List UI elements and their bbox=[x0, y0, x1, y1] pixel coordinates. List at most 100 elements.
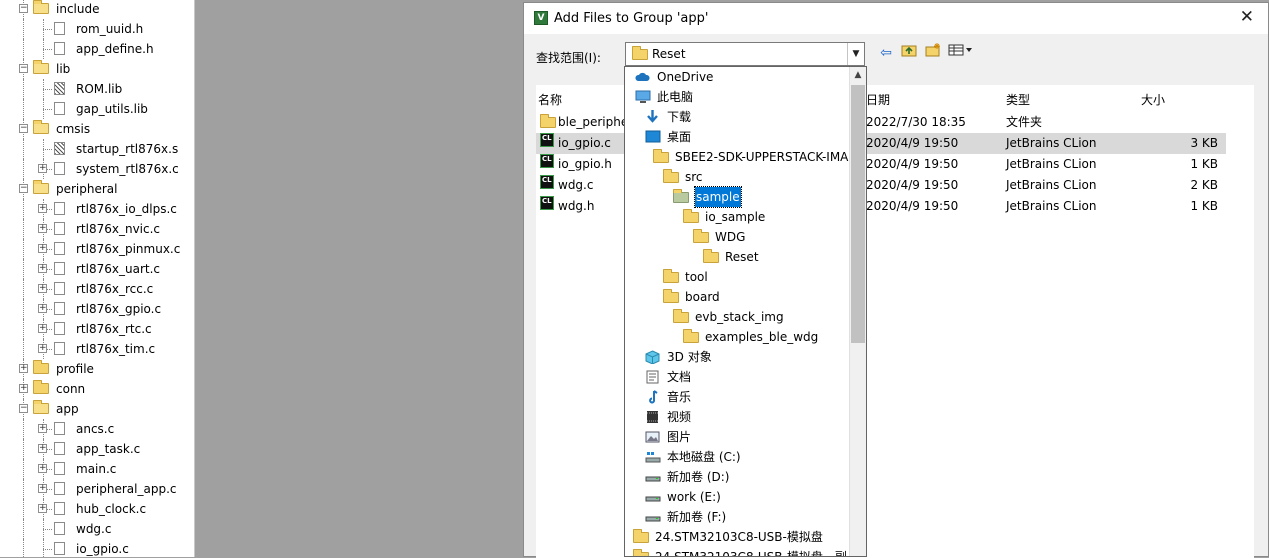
tree-item[interactable]: io_gpio.c bbox=[0, 539, 194, 557]
back-icon[interactable]: ⇦ bbox=[876, 43, 896, 63]
dropdown-item-label: src bbox=[685, 170, 703, 184]
dropdown-item[interactable]: 音乐 bbox=[625, 387, 851, 407]
dropdown-item[interactable]: 24.STM32103C8-USB-模拟盘 bbox=[625, 527, 851, 547]
tree-item[interactable]: ROM.lib bbox=[0, 79, 194, 99]
dropdown-item[interactable]: Reset bbox=[625, 247, 851, 267]
dropdown-item[interactable]: tool bbox=[625, 267, 851, 287]
tree-item[interactable]: + ancs.c bbox=[0, 419, 194, 439]
column-header-size[interactable]: 大小 bbox=[1141, 91, 1165, 108]
chevron-down-icon[interactable]: ▼ bbox=[847, 43, 864, 65]
dropdown-item[interactable]: 本地磁盘 (C:) bbox=[625, 447, 851, 467]
view-menu-icon[interactable] bbox=[947, 43, 975, 63]
expand-icon[interactable]: + bbox=[19, 384, 28, 393]
column-header-name[interactable]: 名称 bbox=[538, 91, 562, 108]
file-date: 2020/4/9 19:50 bbox=[866, 157, 959, 171]
dropdown-item[interactable]: io_sample bbox=[625, 207, 851, 227]
dropdown-item-label: tool bbox=[685, 270, 708, 284]
collapse-icon[interactable]: − bbox=[19, 4, 28, 13]
expand-icon[interactable]: + bbox=[19, 364, 28, 373]
project-tree[interactable]: − include rom_uuid.h app_define.h − lib ROM.li… bbox=[0, 0, 195, 557]
dropdown-scrollbar[interactable]: ▲ bbox=[849, 67, 866, 556]
expand-icon[interactable]: + bbox=[38, 344, 47, 353]
tree-item[interactable]: + rtl876x_io_dlps.c bbox=[0, 199, 194, 219]
tree-item[interactable]: + system_rtl876x.c bbox=[0, 159, 194, 179]
tree-item[interactable]: − app bbox=[0, 399, 194, 419]
scrollbar-thumb[interactable] bbox=[851, 85, 865, 343]
expand-icon[interactable]: + bbox=[38, 244, 47, 253]
dropdown-item[interactable]: OneDrive bbox=[625, 67, 851, 87]
folder-icon bbox=[693, 229, 709, 243]
tree-item[interactable]: + rtl876x_tim.c bbox=[0, 339, 194, 359]
collapse-icon[interactable]: − bbox=[19, 404, 28, 413]
dropdown-item[interactable]: work (E:) bbox=[625, 487, 851, 507]
dropdown-item[interactable]: 新加卷 (D:) bbox=[625, 467, 851, 487]
tree-item[interactable]: + app_task.c bbox=[0, 439, 194, 459]
tree-item[interactable]: wdg.c bbox=[0, 519, 194, 539]
tree-connector bbox=[43, 529, 52, 530]
dropdown-item[interactable]: 此电脑 bbox=[625, 87, 851, 107]
dropdown-item[interactable]: SBEE2-SDK-UPPERSTACK-IMA bbox=[625, 147, 851, 167]
tree-item[interactable]: + hub_clock.c bbox=[0, 499, 194, 519]
tree-item[interactable]: + rtl876x_uart.c bbox=[0, 259, 194, 279]
tree-item[interactable]: − peripheral bbox=[0, 179, 194, 199]
tree-item[interactable]: + peripheral_app.c bbox=[0, 479, 194, 499]
column-header-date[interactable]: 日期 bbox=[866, 91, 890, 108]
expand-icon[interactable]: + bbox=[38, 164, 47, 173]
collapse-icon[interactable]: − bbox=[19, 64, 28, 73]
dropdown-item[interactable]: 桌面 bbox=[625, 127, 851, 147]
tree-item[interactable]: − include bbox=[0, 0, 194, 19]
expand-icon[interactable]: + bbox=[38, 484, 47, 493]
dropdown-item-label: examples_ble_wdg bbox=[705, 330, 819, 344]
dropdown-item[interactable]: 3D 对象 bbox=[625, 347, 851, 367]
tree-item[interactable]: + rtl876x_rtc.c bbox=[0, 319, 194, 339]
tree-item[interactable]: rom_uuid.h bbox=[0, 19, 194, 39]
dropdown-item[interactable]: examples_ble_wdg bbox=[625, 327, 851, 347]
file-icon bbox=[54, 42, 65, 55]
tree-item[interactable]: + rtl876x_nvic.c bbox=[0, 219, 194, 239]
tree-item[interactable]: + rtl876x_pinmux.c bbox=[0, 239, 194, 259]
new-folder-icon[interactable] bbox=[923, 43, 943, 63]
dropdown-item-label: evb_stack_img bbox=[695, 310, 784, 324]
expand-icon[interactable]: + bbox=[38, 444, 47, 453]
close-button[interactable]: ✕ bbox=[1240, 7, 1254, 27]
dropdown-item[interactable]: 文档 bbox=[625, 367, 851, 387]
dropdown-item[interactable]: WDG bbox=[625, 227, 851, 247]
dropdown-item[interactable]: 下载 bbox=[625, 107, 851, 127]
column-header-type[interactable]: 类型 bbox=[1006, 91, 1030, 108]
dropdown-item[interactable]: board bbox=[625, 287, 851, 307]
tree-connector bbox=[23, 439, 24, 459]
dropdown-item[interactable]: src bbox=[625, 167, 851, 187]
tree-item[interactable]: + rtl876x_rcc.c bbox=[0, 279, 194, 299]
expand-icon[interactable]: + bbox=[38, 464, 47, 473]
tree-item[interactable]: − lib bbox=[0, 59, 194, 79]
tree-item[interactable]: gap_utils.lib bbox=[0, 99, 194, 119]
dropdown-item[interactable]: evb_stack_img bbox=[625, 307, 851, 327]
collapse-icon[interactable]: − bbox=[19, 124, 28, 133]
dropdown-item[interactable]: sample bbox=[625, 186, 851, 208]
tree-item[interactable]: startup_rtl876x.s bbox=[0, 139, 194, 159]
expand-icon[interactable]: + bbox=[38, 424, 47, 433]
tree-item[interactable]: + conn bbox=[0, 379, 194, 399]
expand-icon[interactable]: + bbox=[38, 504, 47, 513]
dropdown-item[interactable]: 图片 bbox=[625, 427, 851, 447]
tree-item[interactable]: − cmsis bbox=[0, 119, 194, 139]
look-in-dropdown[interactable]: OneDrive 此电脑 下载 桌面 SBEE2-SDK-UPPERSTACK-IMA s… bbox=[624, 66, 867, 557]
expand-icon[interactable]: + bbox=[38, 324, 47, 333]
tree-item[interactable]: + rtl876x_gpio.c bbox=[0, 299, 194, 319]
expand-icon[interactable]: + bbox=[38, 284, 47, 293]
up-folder-icon[interactable] bbox=[899, 43, 919, 63]
tree-item[interactable]: app_define.h bbox=[0, 39, 194, 59]
dropdown-item[interactable]: 24.STM32103C8-USB-模拟盘 - 副 bbox=[625, 547, 851, 556]
expand-icon[interactable]: + bbox=[38, 204, 47, 213]
expand-icon[interactable]: + bbox=[38, 304, 47, 313]
tree-item[interactable]: + main.c bbox=[0, 459, 194, 479]
tree-item[interactable]: + profile bbox=[0, 359, 194, 379]
dropdown-item[interactable]: 视频 bbox=[625, 407, 851, 427]
expand-icon[interactable]: + bbox=[38, 264, 47, 273]
collapse-icon[interactable]: − bbox=[19, 184, 28, 193]
scroll-up-icon[interactable]: ▲ bbox=[850, 67, 866, 84]
tree-item-label: hub_clock.c bbox=[76, 502, 147, 516]
dropdown-item[interactable]: 新加卷 (F:) bbox=[625, 507, 851, 527]
expand-icon[interactable]: + bbox=[38, 224, 47, 233]
look-in-combobox[interactable]: Reset ▼ bbox=[625, 42, 865, 66]
